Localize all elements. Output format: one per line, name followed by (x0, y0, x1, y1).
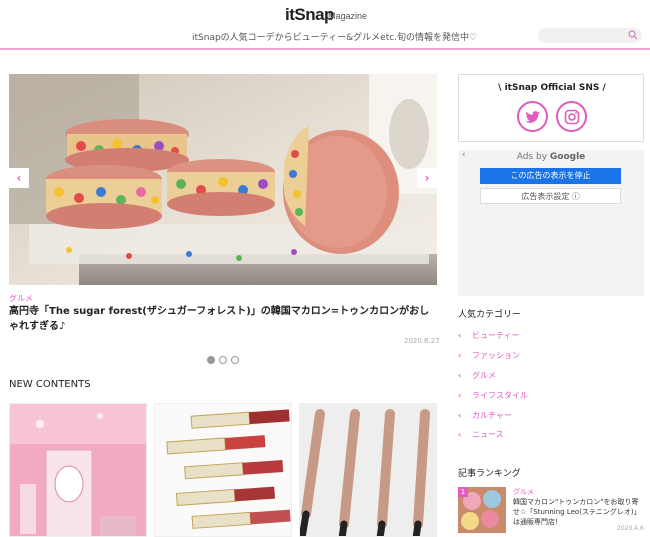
category-label: カルチャー (472, 410, 512, 420)
category-item[interactable]: ‹ グルメ (458, 366, 528, 386)
chevron-left-icon: ‹ (458, 410, 462, 420)
ranking-title[interactable]: 韓国マカロン"トゥンカロン"をお取り寄せ☆「Stunning Leo(ステニング… (513, 497, 643, 527)
ranking-thumbnail[interactable]: 1 (458, 487, 506, 533)
category-item[interactable]: ‹ ニュース (458, 425, 528, 445)
slider-next-button[interactable]: › (417, 168, 437, 188)
ads-by-label: Ads by Google (458, 152, 644, 162)
search-input[interactable] (538, 28, 642, 43)
site-logo[interactable]: itSnap (285, 5, 334, 25)
slider-prev-button[interactable]: ‹ (9, 168, 29, 188)
new-contents-list (9, 403, 437, 537)
ads-brand: Google (549, 152, 586, 162)
category-label: ファッション (472, 351, 520, 361)
chevron-left-icon: ‹ (458, 351, 462, 361)
site-header: itSnap Magazine itSnapの人気コーデからビューティー&グルメ… (0, 0, 650, 50)
ranking-heading: 記事ランキング (458, 469, 521, 479)
sns-widget: \ itSnap Official SNS / (458, 74, 644, 142)
logo-subtitle: Magazine (328, 11, 368, 21)
twitter-icon (525, 111, 540, 123)
ad-settings-button[interactable]: 広告表示設定 ⓘ (480, 188, 621, 204)
featured-category[interactable]: グルメ (9, 293, 33, 304)
instagram-icon (564, 109, 580, 125)
ranking-item[interactable]: 1 グルメ 韓国マカロン"トゥンカロン"をお取り寄せ☆「Stunning Leo… (458, 485, 644, 533)
chevron-left-icon: ‹ (458, 390, 462, 400)
category-list: ‹ ビューティー ‹ ファッション ‹ グルメ ‹ ライフスタイル ‹ カルチャー ‹ ニュ… (458, 326, 528, 445)
featured-slider-image[interactable] (9, 74, 437, 285)
category-label: ライフスタイル (472, 390, 528, 400)
chevron-left-icon: ‹ (458, 331, 462, 341)
ranking-date: 2020.4.6 (617, 525, 644, 532)
category-item[interactable]: ‹ ライフスタイル (458, 385, 528, 405)
site-tagline: itSnapの人気コーデからビューティー&グルメetc.旬の情報を発信中♡ (192, 33, 478, 43)
ranking-category[interactable]: グルメ (513, 487, 534, 497)
twitter-button[interactable] (517, 101, 548, 132)
pagination-dot[interactable] (231, 356, 239, 364)
stop-ad-button[interactable]: この広告の表示を停止 (480, 168, 621, 184)
chevron-left-icon: ‹ (458, 370, 462, 380)
category-label: グルメ (472, 370, 496, 380)
category-label: ニュース (472, 430, 504, 440)
slider-pagination (207, 356, 239, 364)
article-thumbnail[interactable] (299, 403, 437, 537)
ads-by-text: Ads by (516, 152, 550, 162)
pagination-dot[interactable] (219, 356, 227, 364)
category-item[interactable]: ‹ ファッション (458, 346, 528, 366)
chevron-left-icon: ‹ (458, 430, 462, 440)
article-thumbnail[interactable] (154, 403, 292, 537)
chevron-left-icon: ‹ (16, 171, 22, 185)
new-contents-heading: NEW CONTENTS (9, 379, 91, 390)
category-item[interactable]: ‹ カルチャー (458, 405, 528, 425)
rank-number: 1 (458, 487, 468, 497)
ad-widget: ‹ Ads by Google この広告の表示を停止 広告表示設定 ⓘ (458, 150, 644, 296)
featured-date: 2020.6.27 (404, 337, 440, 345)
article-thumbnail[interactable] (9, 403, 147, 537)
pagination-dot[interactable] (207, 356, 215, 364)
search-icon[interactable] (628, 30, 638, 40)
category-label: ビューティー (472, 331, 520, 341)
category-item[interactable]: ‹ ビューティー (458, 326, 528, 346)
sns-title: \ itSnap Official SNS / (498, 83, 606, 93)
featured-title[interactable]: 高円寺「The sugar forest(ザシュガーフォレスト)」の韓国マカロン… (9, 304, 437, 334)
categories-heading: 人気カテゴリー (458, 310, 522, 320)
chevron-right-icon: › (424, 171, 430, 185)
instagram-button[interactable] (556, 101, 587, 132)
